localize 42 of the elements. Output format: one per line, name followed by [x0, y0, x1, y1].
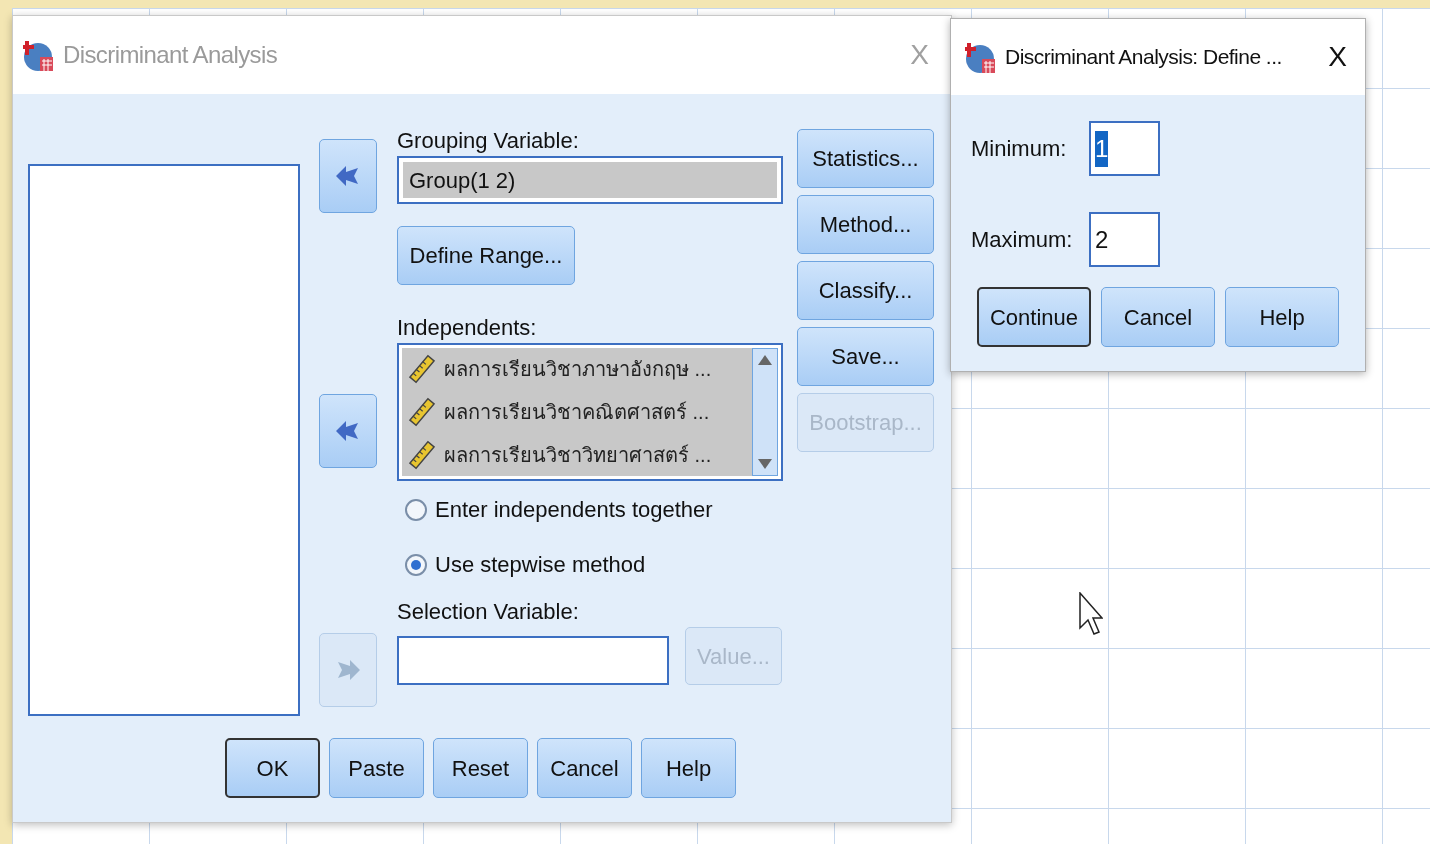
grouping-variable-field[interactable]: Group(1 2) — [397, 156, 783, 204]
scroll-down-icon — [758, 459, 772, 469]
dialog-button[interactable]: Method... — [797, 195, 934, 254]
independents-list[interactable]: ผลการเรียนวิชาภาษาอังกฤษ ... ผลการเรียนวิชาคณิตศาสตร์ ... ผลการเรียนวิชาวิทยาศาสตร์ ... — [397, 343, 783, 481]
radio-button[interactable] — [405, 498, 427, 521]
list-item[interactable]: ผลการเรียนวิชาภาษาอังกฤษ ... — [444, 354, 712, 385]
scrollbar[interactable] — [752, 348, 778, 476]
move-arrow-button[interactable] — [319, 139, 377, 213]
move-arrow-button[interactable] — [319, 394, 377, 468]
dialog-button[interactable]: Cancel — [537, 738, 632, 798]
selection-variable-field[interactable] — [397, 636, 669, 685]
field-label: Independents: — [397, 314, 538, 342]
scroll-up-icon — [758, 355, 772, 365]
dialog-button[interactable]: Save... — [797, 327, 934, 386]
field-label: Maximum: — [971, 226, 1074, 254]
number-input[interactable]: 1 — [1089, 121, 1160, 176]
field-label: Selection Variable: — [397, 598, 580, 626]
radio-label: Enter independents together — [435, 496, 713, 524]
window-title: Discriminant Analysis — [63, 40, 278, 70]
close-button[interactable]: X — [1324, 36, 1351, 78]
field-label: Minimum: — [971, 135, 1068, 163]
dialog-button[interactable]: Help — [1225, 287, 1339, 347]
field-label: Grouping Variable: — [397, 127, 580, 155]
number-input[interactable]: 2 — [1089, 212, 1160, 267]
window-title: Discriminant Analysis: Define ... — [1005, 44, 1282, 71]
input-value: 1 — [1095, 130, 1109, 167]
dialog-button[interactable]: Classify... — [797, 261, 934, 320]
input-value: 2 — [1095, 224, 1109, 255]
define-range-button[interactable]: Define Range... — [397, 226, 575, 285]
dialog-button[interactable]: Reset — [433, 738, 528, 798]
field-value: Group(1 2) — [409, 166, 516, 195]
list-item[interactable]: ผลการเรียนวิชาคณิตศาสตร์ ... — [444, 397, 710, 427]
dialog-button[interactable]: OK — [225, 738, 320, 798]
list-item[interactable]: ผลการเรียนวิชาวิทยาศาสตร์ ... — [444, 439, 712, 470]
dialog-button[interactable]: Continue — [977, 287, 1091, 347]
radio-label: Use stepwise method — [435, 551, 646, 579]
variable-source-list[interactable] — [28, 164, 300, 716]
dialog-button[interactable]: Help — [641, 738, 736, 798]
radio-button[interactable] — [405, 553, 427, 576]
dialog-button[interactable]: Paste — [329, 738, 424, 798]
dialog-button[interactable]: Statistics... — [797, 129, 934, 188]
dialog-button[interactable]: Cancel — [1101, 287, 1215, 347]
